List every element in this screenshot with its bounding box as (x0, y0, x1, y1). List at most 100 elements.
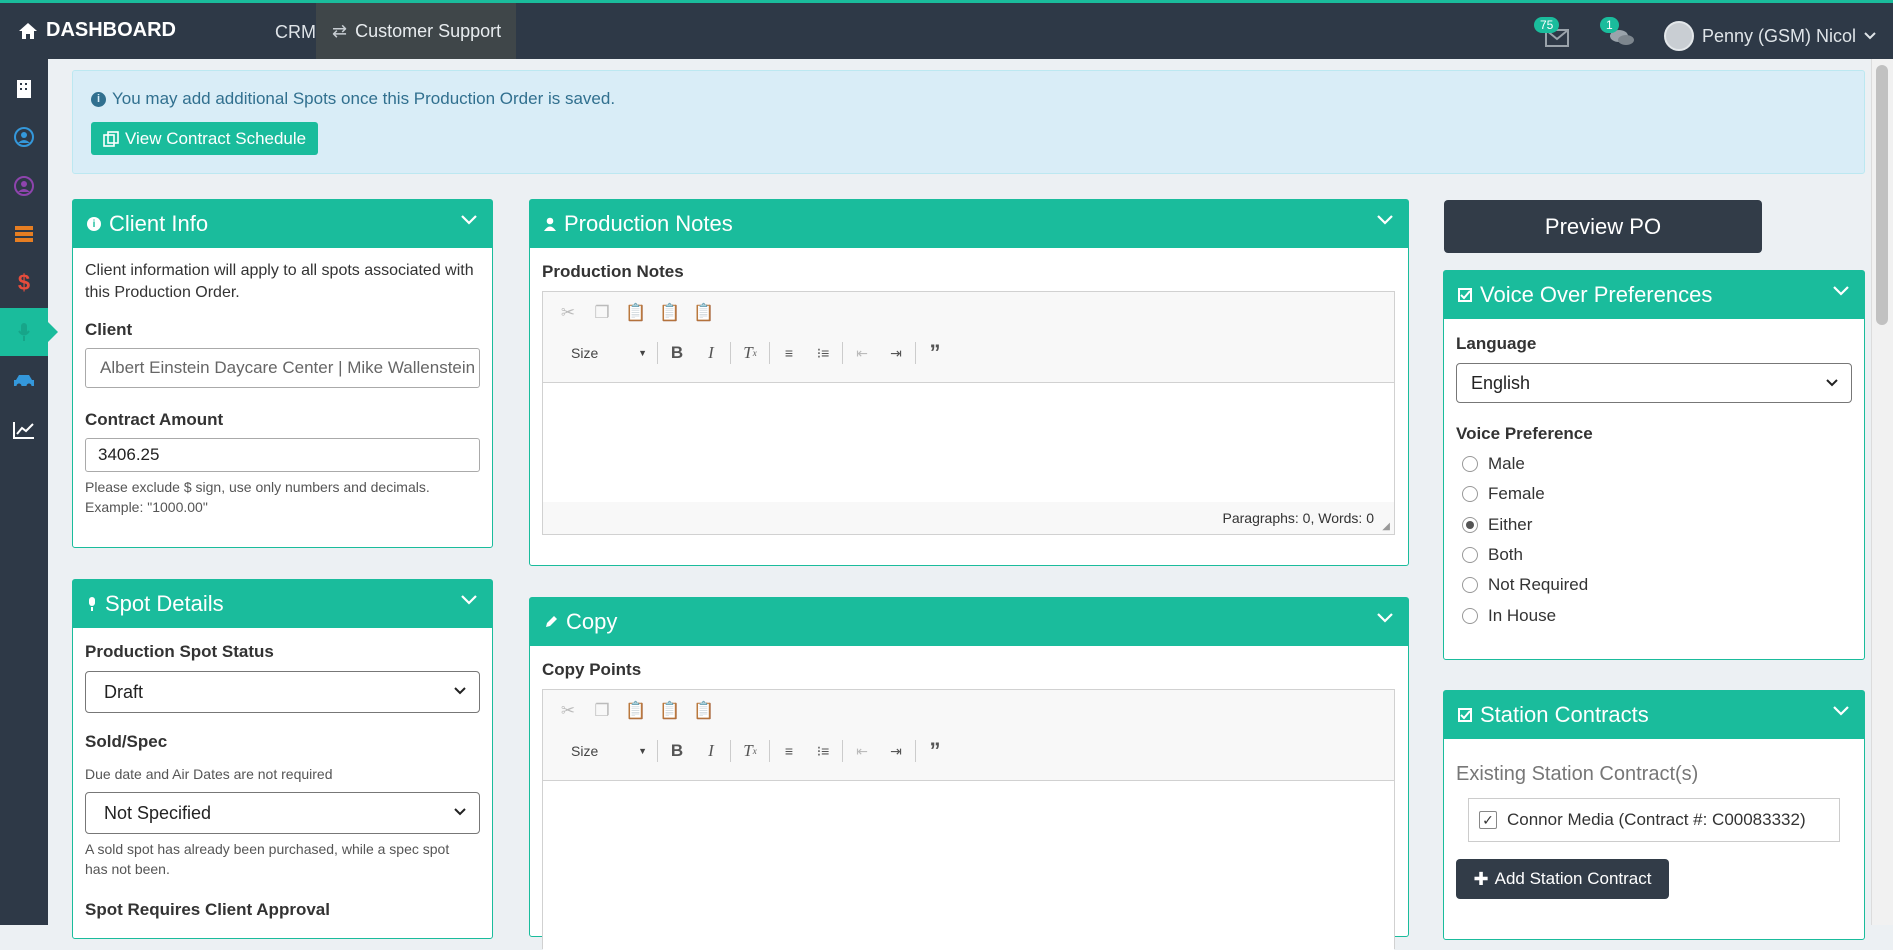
station-contracts-title: Station Contracts (1480, 702, 1649, 727)
italic-icon[interactable]: I (694, 736, 728, 766)
client-info-header[interactable]: i Client Info (73, 200, 492, 248)
copy-icon[interactable]: ❐ (585, 298, 619, 328)
preview-po-button[interactable]: Preview PO (1444, 200, 1762, 253)
voice-over-panel: Voice Over Preferences Language English … (1443, 270, 1865, 660)
radio-circle (1462, 608, 1478, 624)
sidebar-item-building[interactable] (0, 65, 48, 113)
line-chart-icon (13, 422, 34, 439)
remove-format-icon[interactable]: Tx (733, 736, 767, 766)
blockquote-icon[interactable]: ” (918, 338, 952, 368)
station-contracts-header[interactable]: Station Contracts (1444, 691, 1864, 739)
paste-icon[interactable]: 📋 (619, 298, 653, 328)
numbered-list-icon[interactable]: ≡ (772, 338, 806, 368)
font-size-select[interactable]: Size ▼ (551, 338, 655, 368)
editor-toolbar-row-2: Size ▼ B I Tx ≡ ⁝≡ ⇤ ⇥ ” (551, 338, 952, 368)
sold-spec-note: A sold spot has already been purchased, … (85, 841, 450, 877)
checkbox-checked-icon[interactable]: ✓ (1479, 811, 1497, 829)
client-info-panel: i Client Info Client information will ap… (72, 199, 493, 548)
copy-header[interactable]: Copy (530, 598, 1408, 646)
sidebar-item-reports[interactable] (0, 406, 48, 454)
font-size-select[interactable]: Size ▼ (551, 736, 655, 766)
radio-either[interactable]: Either (1462, 515, 1532, 535)
remove-format-icon[interactable]: Tx (733, 338, 767, 368)
avatar (1664, 21, 1694, 51)
indent-icon[interactable]: ⇥ (879, 736, 913, 766)
chevron-down-icon[interactable] (1832, 705, 1850, 717)
production-notes-header[interactable]: Production Notes (530, 200, 1408, 248)
nav-customer-support[interactable]: ⇄ Customer Support (316, 3, 516, 59)
check-square-icon (1458, 708, 1472, 722)
sidebar-item-users[interactable] (0, 113, 48, 161)
blockquote-icon[interactable]: ” (918, 736, 952, 766)
outdent-icon[interactable]: ⇤ (845, 338, 879, 368)
chevron-down-icon[interactable] (1376, 214, 1394, 226)
radio-not-required[interactable]: Not Required (1462, 575, 1588, 595)
mail-button[interactable]: 75 (1534, 17, 1569, 47)
chevron-down-icon[interactable] (460, 214, 478, 226)
copy-points-label: Copy Points (542, 660, 642, 679)
paste-text-icon[interactable]: 📋 (653, 696, 687, 726)
sidebar-item-contacts[interactable] (0, 162, 48, 210)
outdent-icon[interactable]: ⇤ (845, 736, 879, 766)
view-contract-schedule-button[interactable]: View Contract Schedule (91, 122, 319, 155)
station-contract-item[interactable]: ✓ Connor Media (Contract #: C00083332) (1468, 798, 1840, 842)
voice-over-header[interactable]: Voice Over Preferences (1444, 271, 1864, 319)
cut-icon[interactable]: ✂ (551, 696, 585, 726)
radio-both[interactable]: Both (1462, 545, 1523, 565)
page-scrollbar[interactable] (1871, 59, 1893, 925)
cut-icon[interactable]: ✂ (551, 298, 585, 328)
user-menu[interactable]: Penny (GSM) Nicol (1664, 21, 1876, 51)
paste-word-icon[interactable]: 📋 (687, 298, 721, 328)
client-label: Client (85, 320, 133, 339)
sidebar-item-production[interactable] (0, 308, 58, 356)
bulleted-list-icon[interactable]: ⁝≡ (806, 338, 840, 368)
copy-points-editor: ✂ ❐ 📋 📋 📋 Size ▼ B I Tx ≡ ⁝≡ ⇤ ⇥ ” (542, 689, 1395, 950)
sidebar-item-sales[interactable]: $ (0, 259, 48, 307)
language-select[interactable]: English (1456, 363, 1852, 403)
info-alert: i You may add additional Spots once this… (72, 70, 1865, 174)
numbered-list-icon[interactable]: ≡ (772, 736, 806, 766)
paste-icon[interactable]: 📋 (619, 696, 653, 726)
stack-icon (15, 226, 33, 242)
italic-icon[interactable]: I (694, 338, 728, 368)
production-notes-textarea[interactable] (543, 382, 1394, 502)
copy-icon (103, 130, 119, 147)
copy-icon[interactable]: ❐ (585, 696, 619, 726)
bold-icon[interactable]: B (660, 736, 694, 766)
sidebar-item-layers[interactable] (0, 210, 48, 258)
indent-icon[interactable]: ⇥ (879, 338, 913, 368)
chevron-down-icon[interactable] (1376, 612, 1394, 624)
font-size-label: Size (571, 743, 599, 759)
production-notes-panel: Production Notes Production Notes ✂ ❐ 📋 … (529, 199, 1409, 566)
chevron-down-icon (454, 808, 466, 816)
sold-spec-select[interactable]: Not Specified (85, 792, 480, 834)
microphone-icon (89, 597, 95, 611)
language-label: Language (1456, 334, 1537, 353)
chevron-down-icon[interactable] (1832, 285, 1850, 297)
language-value: English (1471, 372, 1531, 393)
sidebar-item-vehicles[interactable] (0, 357, 48, 405)
radio-female[interactable]: Female (1462, 484, 1545, 504)
radio-male[interactable]: Male (1462, 454, 1525, 474)
dashboard-link[interactable]: DASHBOARD (18, 19, 176, 42)
add-station-contract-button[interactable]: ✚ Add Station Contract (1456, 859, 1669, 899)
building-icon (17, 80, 31, 98)
resize-handle-icon[interactable]: ◢ (1382, 521, 1390, 532)
radio-circle (1462, 577, 1478, 593)
paste-word-icon[interactable]: 📋 (687, 696, 721, 726)
radio-in-house[interactable]: In House (1462, 606, 1556, 626)
scrollbar-thumb[interactable] (1876, 65, 1888, 325)
chevron-down-icon[interactable] (460, 594, 478, 606)
nav-crm[interactable]: CRM (275, 22, 316, 43)
bold-icon[interactable]: B (660, 338, 694, 368)
bulleted-list-icon[interactable]: ⁝≡ (806, 736, 840, 766)
font-size-label: Size (571, 345, 599, 361)
chat-button[interactable]: 1 (1600, 17, 1634, 47)
spot-details-header[interactable]: Spot Details (73, 580, 492, 628)
spot-status-select[interactable]: Draft (85, 671, 480, 713)
client-info-title: Client Info (109, 211, 209, 236)
caret-down-icon: ▼ (638, 348, 647, 358)
paste-text-icon[interactable]: 📋 (653, 298, 687, 328)
client-input[interactable]: Albert Einstein Daycare Center | Mike Wa… (85, 348, 480, 388)
contract-amount-input[interactable]: 3406.25 (85, 438, 480, 472)
